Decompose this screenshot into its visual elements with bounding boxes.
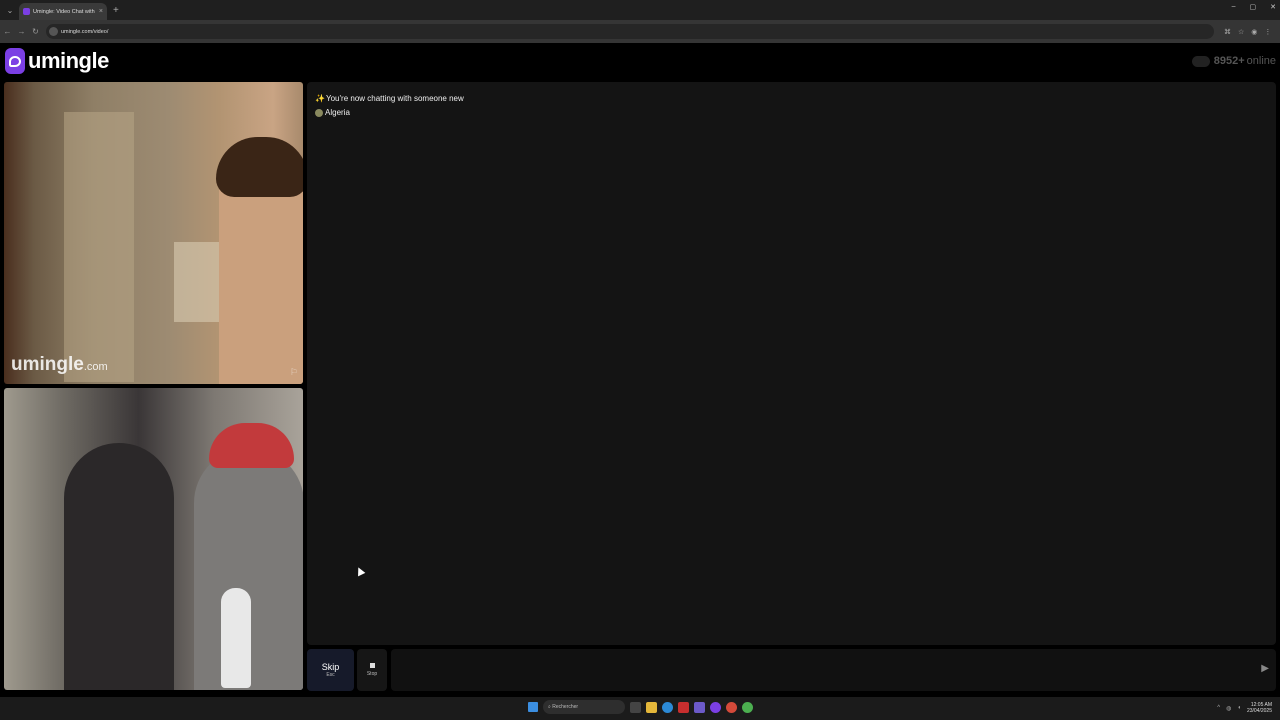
close-window-button[interactable]: ✕ <box>1270 3 1276 11</box>
favicon-icon <box>23 8 30 15</box>
background-door <box>64 112 134 382</box>
volume-icon[interactable]: ◖ <box>1237 705 1241 711</box>
skip-label: Skip <box>321 662 340 672</box>
tray-chevron-icon[interactable]: ^ <box>1217 705 1220 711</box>
chrome-icon[interactable] <box>742 701 753 713</box>
edge-icon[interactable] <box>662 701 673 713</box>
profile-icon[interactable]: ◉ <box>1251 28 1257 36</box>
stranger-hair <box>216 137 303 197</box>
online-suffix: online <box>1246 55 1276 67</box>
send-icon[interactable]: ▶ <box>1261 663 1269 674</box>
back-icon[interactable]: ← <box>1 27 14 36</box>
logo-text: umingle <box>28 48 109 73</box>
stop-icon <box>369 663 375 668</box>
tab-close-icon[interactable]: × <box>99 8 103 15</box>
tab-search-icon[interactable]: ⌄ <box>3 3 17 17</box>
globe-icon <box>315 108 323 117</box>
file-explorer-icon[interactable] <box>646 701 657 713</box>
reload-icon[interactable]: ↻ <box>29 27 42 36</box>
windows-taskbar: ⌕ Rechercher ^ ◍ ◖ 12:05 AM 23/04/2025 <box>0 697 1280 720</box>
translate-icon[interactable]: ⌘ <box>1224 28 1231 36</box>
microphone <box>221 588 251 688</box>
system-clock[interactable]: 12:05 AM 23/04/2025 <box>1247 702 1272 714</box>
system-message: ✨ You're now chatting with someone new <box>315 94 1268 103</box>
skip-button[interactable]: Skip Esc <box>307 649 354 691</box>
self-figure-left <box>64 443 174 690</box>
discord-icon[interactable] <box>694 701 705 713</box>
country-message: Algeria <box>315 108 1268 117</box>
umingle-watermark: umingle.com <box>11 354 108 376</box>
tab-title: Umingle: Video Chat with S... <box>33 8 96 15</box>
browser-tab[interactable]: Umingle: Video Chat with S... × <box>19 3 107 20</box>
red-cap <box>209 423 294 468</box>
forward-icon[interactable]: → <box>15 27 28 36</box>
sparkle-icon: ✨ <box>315 94 325 103</box>
system-tray: ^ ◍ ◖ 12:05 AM 23/04/2025 <box>1217 702 1272 714</box>
chat-controls: Skip Esc Stop ▶ <box>307 649 1276 691</box>
message-input[interactable] <box>391 649 1276 691</box>
bookmark-star-icon[interactable]: ☆ <box>1238 28 1244 36</box>
windows-start-icon[interactable] <box>528 702 538 712</box>
message-text: You're now chatting with someone new <box>326 94 464 103</box>
stop-label: Stop <box>366 671 378 677</box>
skip-shortcut: Esc <box>326 672 335 678</box>
clock-date: 23/04/2025 <box>1246 708 1272 714</box>
browser-tabbar: ⌄ Umingle: Video Chat with S... × + – ▢ … <box>0 0 1280 20</box>
watermark-text: umingle <box>11 354 84 375</box>
site-info-icon[interactable] <box>49 27 58 36</box>
watermark-domain: .com <box>83 361 108 373</box>
taskbar-search[interactable]: ⌕ Rechercher <box>543 700 625 714</box>
browser-toolbar: ← → ↻ umingle.com/video/ ⌘ ☆ ◉ ⋮ <box>0 20 1280 43</box>
window-controls: – ▢ ✕ <box>1232 3 1276 11</box>
logo-chat-icon <box>5 48 25 74</box>
minimize-button[interactable]: – <box>1232 3 1236 11</box>
new-tab-button[interactable]: + <box>113 5 119 16</box>
app-purple-icon[interactable] <box>710 701 721 713</box>
online-count: 8952+ <box>1213 55 1245 67</box>
self-video <box>4 388 303 690</box>
maximize-button[interactable]: ▢ <box>1250 3 1257 11</box>
stop-button[interactable]: Stop <box>357 649 387 691</box>
online-counter: 8952+ online <box>1191 55 1276 67</box>
task-view-icon[interactable] <box>630 701 641 713</box>
report-flag-icon[interactable]: ⚐ <box>290 367 298 378</box>
url-text: umingle.com/video/ <box>61 28 109 35</box>
network-icon[interactable]: ◍ <box>1226 705 1231 712</box>
app-red-icon[interactable] <box>678 701 689 713</box>
stranger-video: umingle.com ⚐ <box>4 82 303 384</box>
country-text: Algeria <box>325 108 350 117</box>
umingle-page: umingle 8952+ online umingle.com ⚐ ✨ You… <box>0 43 1280 697</box>
address-bar[interactable]: umingle.com/video/ <box>46 24 1214 39</box>
app-orange-icon[interactable] <box>726 701 737 713</box>
menu-icon[interactable]: ⋮ <box>1264 28 1271 36</box>
chat-panel: ✨ You're now chatting with someone new A… <box>307 82 1276 645</box>
search-placeholder: Rechercher <box>552 704 579 710</box>
logo[interactable]: umingle <box>5 48 109 74</box>
toggle-icon[interactable] <box>1191 55 1210 67</box>
